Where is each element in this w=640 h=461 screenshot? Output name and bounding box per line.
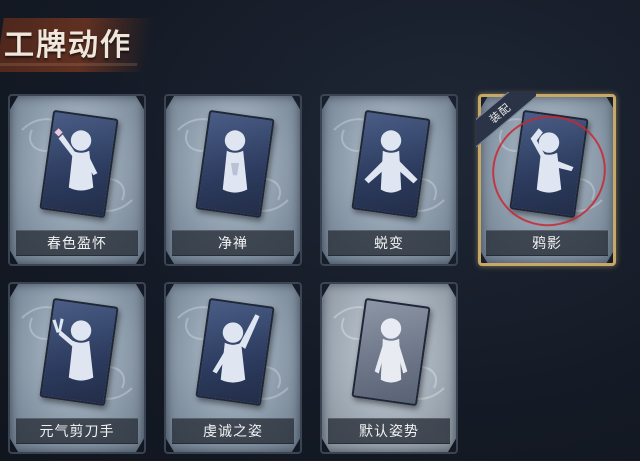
heart-hands-icon [54,128,98,191]
pose-card-3[interactable]: 鸦影 装配 [476,92,621,266]
pose-card-6[interactable]: 默认姿势 [320,282,458,454]
card-label: 元气剪刀手 [39,424,115,440]
card-label: 春色盈怀 [47,236,107,252]
card-label: 鸦影 [532,236,562,252]
page-title: 工牌动作 [4,28,132,63]
card-label: 蜕变 [374,236,404,252]
spread-arms-icon [364,130,418,193]
pose-card-2[interactable]: 蜕变 [320,94,458,266]
pose-card-1[interactable]: 净禅 [164,94,302,266]
pose-card-0[interactable]: 春色盈怀 [8,94,146,266]
raised-arm-icon [212,314,260,383]
pose-card-5[interactable]: 虔诚之姿 [164,282,302,454]
card-label: 默认姿势 [359,424,419,440]
equipped-badge: 装配 [476,92,536,152]
equipped-badge-label: 装配 [486,100,514,127]
card-label: 净禅 [218,236,248,252]
default-pose-icon [374,318,408,383]
pose-card-4[interactable]: 元气剪刀手 [8,282,146,454]
card-label: 虔诚之姿 [203,424,263,440]
peace-sign-icon [52,318,94,381]
meditate-icon [222,130,248,193]
